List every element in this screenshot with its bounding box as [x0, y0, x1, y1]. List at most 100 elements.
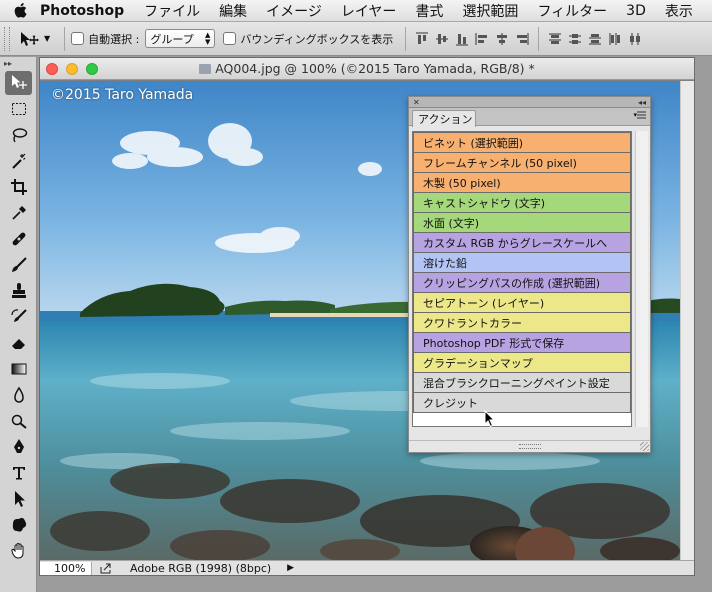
menu-filter[interactable]: フィルター	[537, 1, 607, 21]
distribute-vertical-center-icon[interactable]	[565, 28, 585, 50]
actions-panel: ✕ ◂◂ アクション ▾ ビネット (選択範囲) フレームチャンネル (50 p…	[408, 96, 651, 453]
menu-edit[interactable]: 編集	[219, 1, 247, 21]
actions-panel-tabbar: アクション ▾	[409, 108, 650, 127]
divider	[405, 26, 407, 51]
align-right-icon[interactable]	[512, 28, 532, 50]
tools-panel: ▸▸	[0, 57, 37, 592]
status-menu-arrow-icon[interactable]: ▶	[287, 563, 294, 573]
collapse-panel-icon[interactable]: ◂◂	[638, 98, 646, 107]
action-button-credits[interactable]: クレジット	[413, 392, 631, 413]
magic-wand-icon	[11, 153, 25, 169]
tool-gradient[interactable]	[5, 357, 32, 381]
menu-view[interactable]: 表示	[665, 1, 693, 21]
gradient-icon	[11, 363, 26, 375]
auto-select-target-value: グループ	[150, 32, 194, 46]
minimize-window-button[interactable]	[66, 62, 78, 75]
blur-icon	[13, 386, 24, 403]
auto-select-checkbox[interactable]	[71, 32, 85, 45]
action-button-make-clip-path[interactable]: クリッピングパスの作成 (選択範囲)	[413, 272, 631, 293]
dodge-icon	[11, 414, 27, 429]
divider	[538, 26, 540, 51]
app-menu-photoshop[interactable]: Photoshop	[40, 3, 124, 19]
show-transform-controls-label: バウンディングボックスを表示	[240, 32, 394, 46]
zoom-level-field[interactable]: 100%	[40, 561, 92, 575]
action-button-cast-shadow[interactable]: キャストシャドウ (文字)	[413, 192, 631, 213]
close-icon[interactable]: ✕	[413, 98, 420, 107]
menu-3d[interactable]: 3D	[626, 3, 646, 19]
path-selection-icon	[14, 491, 25, 507]
tab-actions[interactable]: アクション	[412, 110, 476, 127]
eraser-icon	[11, 339, 25, 349]
action-button-molten-lead[interactable]: 溶けた鉛	[413, 252, 631, 273]
type-icon	[12, 467, 25, 480]
share-export-icon[interactable]	[100, 563, 116, 574]
distribute-horizontal-center-icon[interactable]	[625, 28, 645, 50]
brush-icon	[11, 257, 27, 272]
lasso-icon	[12, 128, 27, 143]
tool-clone-stamp[interactable]	[5, 279, 32, 303]
action-button-custom-rgb-to-grayscale[interactable]: カスタム RGB からグレースケールへ	[413, 232, 631, 253]
action-button-vignette[interactable]: ビネット (選択範囲)	[413, 132, 631, 153]
menu-image[interactable]: イメージ	[266, 1, 322, 21]
align-bottom-icon[interactable]	[452, 28, 472, 50]
actions-panel-footer	[409, 440, 650, 452]
close-window-button[interactable]	[46, 62, 58, 75]
tool-blur[interactable]	[5, 383, 32, 407]
actions-list-scrollbar[interactable]	[635, 131, 648, 427]
tool-eyedropper[interactable]	[5, 201, 32, 225]
options-bar: ▼ 自動選択 : グループ ▲ ▼ バウンディングボックスを表示	[0, 22, 712, 56]
distribute-bottom-icon[interactable]	[585, 28, 605, 50]
zoom-window-button[interactable]	[86, 62, 98, 75]
menu-file[interactable]: ファイル	[144, 1, 200, 21]
align-vertical-center-icon[interactable]	[432, 28, 452, 50]
tool-preset-picker[interactable]: ▼	[18, 30, 50, 48]
show-transform-controls-checkbox[interactable]	[223, 32, 237, 45]
action-button-water-reflection[interactable]: 水面 (文字)	[413, 212, 631, 233]
tool-lasso[interactable]	[5, 123, 32, 147]
eyedropper-icon	[11, 206, 26, 220]
document-titlebar[interactable]: AQ004.jpg @ 100% (©2015 Taro Yamada, RGB…	[40, 58, 694, 80]
custom-shape-icon	[12, 517, 26, 532]
tool-quick-selection[interactable]	[5, 149, 32, 173]
stepper-arrows-icon: ▲ ▼	[204, 30, 211, 46]
distribute-left-icon[interactable]	[605, 28, 625, 50]
tool-path-selection[interactable]	[5, 487, 32, 511]
canvas-vertical-scrollbar[interactable]	[680, 81, 694, 560]
tool-custom-shape[interactable]	[5, 513, 32, 537]
action-button-wood-frame[interactable]: 木製 (50 pixel)	[413, 172, 631, 193]
tool-brush[interactable]	[5, 253, 32, 277]
tool-history-brush[interactable]	[5, 305, 32, 329]
tool-crop[interactable]	[5, 175, 32, 199]
distribute-top-icon[interactable]	[545, 28, 565, 50]
action-button-mixer-brush-cloning[interactable]: 混合ブラシクローニングペイント設定	[413, 372, 631, 393]
tools-panel-collapse-icon[interactable]: ▸▸	[0, 57, 36, 69]
tool-type[interactable]	[5, 461, 32, 485]
tool-pen[interactable]	[5, 435, 32, 459]
tool-healing-brush[interactable]	[5, 227, 32, 251]
menu-layer[interactable]: レイヤー	[341, 1, 397, 21]
apple-menu-icon[interactable]	[0, 3, 40, 18]
auto-select-target-select[interactable]: グループ ▲ ▼	[145, 29, 216, 48]
action-button-sepia-toning[interactable]: セピアトーン (レイヤー)	[413, 292, 631, 313]
resize-corner-icon[interactable]	[640, 442, 649, 451]
align-left-icon[interactable]	[472, 28, 492, 50]
menu-type[interactable]: 書式	[415, 1, 443, 21]
action-button-quadrant-colors[interactable]: クワドラントカラー	[413, 312, 631, 333]
history-brush-icon	[10, 309, 27, 322]
pen-icon	[13, 439, 24, 453]
menu-select[interactable]: 選択範囲	[462, 1, 518, 21]
options-bar-grip[interactable]	[4, 26, 10, 51]
action-button-save-as-pdf[interactable]: Photoshop PDF 形式で保存	[413, 332, 631, 353]
panel-menu-icon[interactable]: ▾	[633, 111, 646, 119]
actions-panel-header[interactable]: ✕ ◂◂	[409, 97, 650, 108]
tool-eraser[interactable]	[5, 331, 32, 355]
tool-move[interactable]	[5, 71, 32, 95]
align-top-icon[interactable]	[412, 28, 432, 50]
tool-dodge[interactable]	[5, 409, 32, 433]
panel-resize-grip[interactable]	[518, 444, 541, 449]
tool-hand[interactable]	[5, 539, 32, 563]
tool-marquee[interactable]	[5, 97, 32, 121]
action-button-gradient-map[interactable]: グラデーションマップ	[413, 352, 631, 373]
align-horizontal-center-icon[interactable]	[492, 28, 512, 50]
action-button-frame-channel[interactable]: フレームチャンネル (50 pixel)	[413, 152, 631, 173]
